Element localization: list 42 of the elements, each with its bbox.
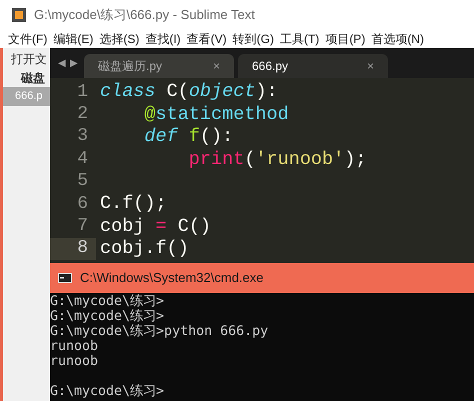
line-number: 3 xyxy=(76,126,89,148)
line-number: 7 xyxy=(76,215,89,238)
menu-item[interactable]: 查找(I) xyxy=(145,30,181,48)
menu-item[interactable]: 选择(S) xyxy=(99,30,140,48)
line-number: 6 xyxy=(76,192,89,216)
code-line: class C(object): xyxy=(99,80,278,104)
console-title: C:\Windows\System32\cmd.exe xyxy=(80,269,264,288)
console-line: runoob xyxy=(50,354,100,369)
line-number: 2 xyxy=(76,103,89,126)
console-line: G:\mycode\练习> xyxy=(50,309,166,324)
menu-item[interactable]: 工具(T) xyxy=(280,30,320,48)
menu-item[interactable]: 查看(V) xyxy=(186,30,227,48)
console-icon xyxy=(58,273,72,283)
line-number: 5 xyxy=(76,170,89,193)
sidebar-item[interactable]: 磁盘 xyxy=(3,68,50,87)
menu-item[interactable]: 文件(F) xyxy=(8,30,48,48)
code-line: def f(): xyxy=(143,125,234,150)
close-icon[interactable]: × xyxy=(212,57,220,75)
code-line: cobj = C() xyxy=(99,214,212,239)
console-line: runoob xyxy=(50,339,100,354)
line-number: 8 xyxy=(50,238,96,260)
code-line: cobj.f() xyxy=(99,237,189,262)
code-line: print('runoob'); xyxy=(188,148,366,172)
menu-item[interactable]: 首选项(N) xyxy=(371,30,424,48)
editor-tab[interactable]: 磁盘遍历.py × xyxy=(84,54,234,78)
menu-item[interactable]: 项目(P) xyxy=(325,30,366,48)
code-line: C.f(); xyxy=(99,192,167,216)
tab-nav-arrow[interactable]: ▶ xyxy=(70,56,78,70)
tab-nav-arrow[interactable]: ◀ xyxy=(58,56,66,70)
line-number: 4 xyxy=(76,148,89,171)
menu-item[interactable]: 编辑(E) xyxy=(53,30,94,48)
app-icon xyxy=(12,8,26,22)
window-title: G:\mycode\练习\666.py - Sublime Text xyxy=(34,6,255,24)
console-line: G:\mycode\练习> xyxy=(50,383,166,399)
console-line: G:\mycode\练习>python 666.py xyxy=(50,324,270,339)
code-line: @staticmethod xyxy=(143,102,289,127)
editor-tab[interactable]: 666.py × xyxy=(238,54,388,78)
line-number: 1 xyxy=(76,81,89,104)
console-line: G:\mycode\练习> xyxy=(50,294,166,309)
sidebar-header: 打开文 xyxy=(10,51,48,68)
close-icon[interactable]: × xyxy=(366,57,374,75)
menu-item[interactable]: 转到(G) xyxy=(232,30,274,48)
